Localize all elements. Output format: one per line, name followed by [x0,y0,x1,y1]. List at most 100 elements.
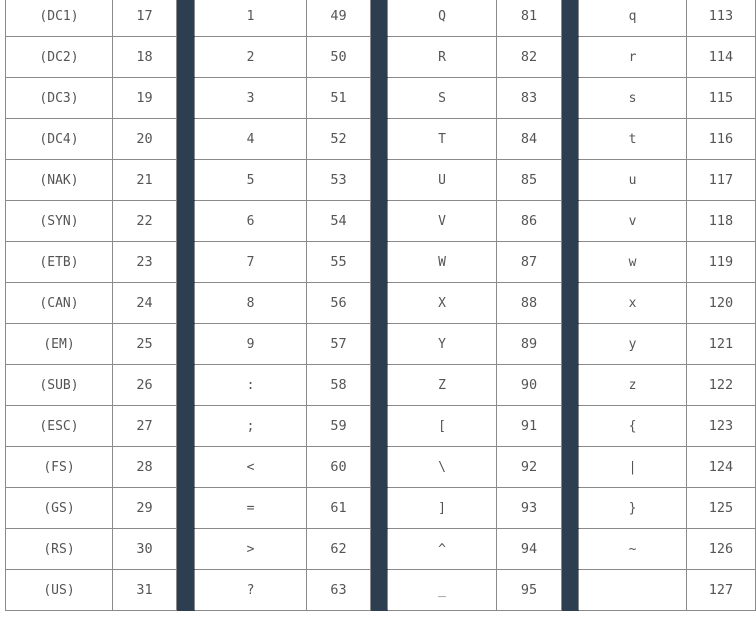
code-cell-group-2: 57 [306,323,371,365]
code-cell-group-4: 117 [686,159,756,201]
code-cell-group-3: 85 [496,159,562,201]
char-cell-group-4: v [578,200,687,242]
code-cell-group-2: 62 [306,528,371,570]
code-cell-group-2: 49 [306,0,371,37]
char-cell-group-4 [578,569,687,611]
code-cell-group-4: 114 [686,36,756,78]
char-cell-group-2: 3 [194,77,307,119]
code-cell-group-2: 52 [306,118,371,160]
code-cell-group-1: 23 [112,241,177,283]
code-cell-group-1: 17 [112,0,177,37]
char-cell-group-4: u [578,159,687,201]
code-cell-group-4: 122 [686,364,756,406]
code-cell-group-4: 127 [686,569,756,611]
char-cell-group-2: 4 [194,118,307,160]
code-cell-group-3: 83 [496,77,562,119]
char-cell-group-2: 8 [194,282,307,324]
table-row: (DC3) 19 3 51 S 83 s 115 [5,77,756,119]
code-cell-group-1: 24 [112,282,177,324]
code-cell-group-2: 54 [306,200,371,242]
code-cell-group-2: 53 [306,159,371,201]
code-cell-group-3: 91 [496,405,562,447]
table-row: (DC1) 17 1 49 Q 81 q 113 [5,0,756,37]
column-separator-1 [176,36,195,78]
code-cell-group-3: 92 [496,446,562,488]
column-separator-3 [561,282,579,324]
code-cell-group-2: 50 [306,36,371,78]
code-cell-group-1: 22 [112,200,177,242]
char-cell-group-2: : [194,364,307,406]
code-cell-group-2: 63 [306,569,371,611]
column-separator-3 [561,487,579,529]
code-cell-group-2: 51 [306,77,371,119]
char-cell-group-2: 2 [194,36,307,78]
column-separator-2 [370,200,388,242]
char-cell-group-2: 1 [194,0,307,37]
code-cell-group-1: 25 [112,323,177,365]
code-cell-group-4: 126 [686,528,756,570]
table-row: (DC2) 18 2 50 R 82 r 114 [5,36,756,78]
char-cell-group-1: (DC4) [5,118,113,160]
char-cell-group-2: 9 [194,323,307,365]
char-cell-group-2: 6 [194,200,307,242]
column-separator-2 [370,77,388,119]
char-cell-group-3: R [387,36,497,78]
column-separator-3 [561,0,579,37]
column-separator-2 [370,36,388,78]
ascii-table-body: (DC1) 17 1 49 Q 81 q 113 (DC2) 18 2 50 R 82 r 114 (DC3) 1… [5,0,756,611]
code-cell-group-1: 26 [112,364,177,406]
code-cell-group-3: 81 [496,0,562,37]
char-cell-group-1: (DC1) [5,0,113,37]
column-separator-2 [370,528,388,570]
code-cell-group-2: 56 [306,282,371,324]
char-cell-group-4: r [578,36,687,78]
column-separator-1 [176,0,195,37]
char-cell-group-4: x [578,282,687,324]
column-separator-1 [176,282,195,324]
column-separator-1 [176,405,195,447]
char-cell-group-1: (NAK) [5,159,113,201]
code-cell-group-3: 95 [496,569,562,611]
char-cell-group-4: t [578,118,687,160]
column-separator-2 [370,118,388,160]
column-separator-3 [561,323,579,365]
char-cell-group-3: U [387,159,497,201]
char-cell-group-4: s [578,77,687,119]
column-separator-2 [370,405,388,447]
code-cell-group-3: 88 [496,282,562,324]
table-row: (GS) 29 = 61] 93} 125 [5,487,756,529]
code-cell-group-3: 82 [496,36,562,78]
code-cell-group-3: 84 [496,118,562,160]
char-cell-group-3: Q [387,0,497,37]
code-cell-group-2: 60 [306,446,371,488]
code-cell-group-2: 55 [306,241,371,283]
column-separator-2 [370,487,388,529]
code-cell-group-3: 89 [496,323,562,365]
char-cell-group-4: } [578,487,687,529]
char-cell-group-4: | [578,446,687,488]
char-cell-group-3: T [387,118,497,160]
column-separator-2 [370,446,388,488]
char-cell-group-3: V [387,200,497,242]
table-row: (SUB) 26:58 Z 90 z 122 [5,364,756,406]
column-separator-1 [176,487,195,529]
column-separator-2 [370,364,388,406]
char-cell-group-1: (DC2) [5,36,113,78]
char-cell-group-2: 7 [194,241,307,283]
char-cell-group-3: ^ [387,528,497,570]
char-cell-group-1: (ETB) [5,241,113,283]
char-cell-group-2: > [194,528,307,570]
char-cell-group-1: (US) [5,569,113,611]
char-cell-group-1: (ESC) [5,405,113,447]
code-cell-group-4: 116 [686,118,756,160]
code-cell-group-3: 90 [496,364,562,406]
column-separator-1 [176,200,195,242]
char-cell-group-1: (SYN) [5,200,113,242]
column-separator-3 [561,200,579,242]
column-separator-3 [561,405,579,447]
column-separator-1 [176,569,195,611]
char-cell-group-1: (DC3) [5,77,113,119]
char-cell-group-1: (GS) [5,487,113,529]
table-row: (ESC) 27; 59 [91 {123 [5,405,756,447]
char-cell-group-4: q [578,0,687,37]
